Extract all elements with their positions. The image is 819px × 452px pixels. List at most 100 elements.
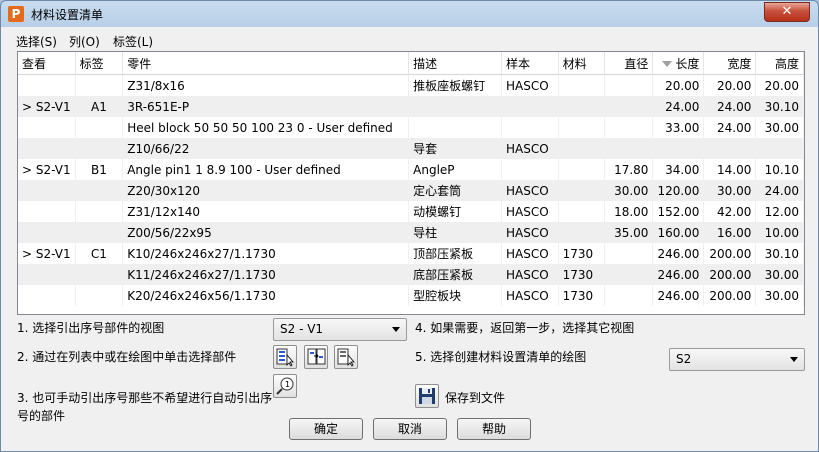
col-header-width[interactable]: 宽度: [703, 52, 757, 75]
cell-description: 型腔板块: [408, 285, 503, 306]
table-row[interactable]: > S2-V1 B1 Angle pin1 1 8.9 100 - User def…: [18, 159, 804, 180]
cell-height: [755, 138, 804, 159]
chevron-down-icon: [790, 357, 798, 362]
cell-view: [18, 264, 76, 285]
col-header-part[interactable]: 零件: [122, 52, 410, 75]
col-header-view[interactable]: 查看: [18, 52, 76, 75]
cell-diameter: 30.00: [604, 180, 654, 201]
table-row[interactable]: Z31/12x140 动模螺钉 HASCO 18.00 152.00 42.00 12.00: [18, 201, 804, 222]
svg-text:1: 1: [285, 380, 290, 389]
parts-table: 查看 标签 零件 描述 样本 材料 直径 长度 宽度 高度 Z31/8x16 推板…: [18, 52, 804, 306]
cell-width: 42.00: [703, 201, 757, 222]
ok-button[interactable]: 确定: [289, 418, 363, 440]
parts-list[interactable]: 查看 标签 零件 描述 样本 材料 直径 长度 宽度 高度 Z31/8x16 推板…: [17, 51, 805, 315]
cell-length: 160.00: [652, 222, 705, 243]
cell-view: [18, 138, 76, 159]
cell-part: K11/246x246x27/1.1730: [122, 264, 410, 285]
cell-material: [558, 96, 605, 117]
cell-part: Angle pin1 1 8.9 100 - User defined: [122, 159, 410, 180]
cell-view: [18, 222, 76, 243]
cell-length: 246.00: [652, 285, 705, 306]
cell-part: Z20/30x120: [122, 180, 410, 201]
cell-tag: [75, 74, 124, 96]
select-toggle-button[interactable]: [304, 345, 328, 369]
cell-view: > S2-V1: [18, 243, 76, 264]
cell-length: 120.00: [652, 180, 705, 201]
cell-sample: HASCO: [501, 285, 559, 306]
table-row[interactable]: Z31/8x16 推板座板螺钉 HASCO 20.00 20.00 20.00: [18, 74, 804, 96]
cell-description: AngleP: [408, 159, 503, 180]
table-row[interactable]: K11/246x246x27/1.1730 底部压紧板 HASCO 1730 246.0…: [18, 264, 804, 285]
save-to-file-label: 保存到文件: [445, 391, 506, 405]
help-button[interactable]: 帮助: [457, 418, 531, 440]
drawing-select[interactable]: S2: [669, 348, 805, 371]
col-header-length-label: 长度: [675, 56, 700, 71]
cell-diameter: [604, 138, 654, 159]
menu-label[interactable]: 标签(L): [113, 33, 153, 50]
table-row[interactable]: > S2-V1 C1 K10/246x246x27/1.1730 顶部压紧板 HASCO…: [18, 243, 804, 264]
col-header-tag[interactable]: 标签: [75, 52, 124, 75]
cell-material: [558, 138, 605, 159]
col-header-description[interactable]: 描述: [408, 52, 503, 75]
menu-column[interactable]: 列(O): [69, 33, 100, 50]
step5-label: 5. 选择创建材料设置清单的绘图: [415, 350, 587, 364]
cell-height: 30.00: [755, 285, 804, 306]
cell-material: [558, 74, 605, 96]
col-header-material[interactable]: 材料: [558, 52, 605, 75]
cell-part: K20/246x246x56/1.1730: [122, 285, 410, 306]
cell-sample: HASCO: [501, 180, 559, 201]
cell-width: 30.00: [703, 180, 757, 201]
cell-diameter: [604, 285, 654, 306]
col-header-sample[interactable]: 样本: [501, 52, 559, 75]
table-row[interactable]: K20/246x246x56/1.1730 型腔板块 HASCO 1730 246.00…: [18, 285, 804, 306]
cell-part: 3R-651E-P: [122, 96, 410, 117]
cell-tag: [75, 138, 124, 159]
cell-diameter: [604, 243, 654, 264]
cell-description: 底部压紧板: [408, 264, 503, 285]
cell-height: 30.00: [755, 117, 804, 138]
close-button[interactable]: ✕: [764, 2, 810, 22]
cell-description: 顶部压紧板: [408, 243, 503, 264]
view-select[interactable]: S2 - V1: [273, 318, 407, 341]
cell-view: [18, 285, 76, 306]
table-row[interactable]: Z00/56/22x95 导柱 HASCO 35.00 160.00 16.00 10.00: [18, 222, 804, 243]
cell-material: 1730: [558, 285, 605, 306]
table-header-row: 查看 标签 零件 描述 样本 材料 直径 长度 宽度 高度: [18, 52, 804, 75]
table-row[interactable]: Heel block 50 50 50 100 23 0 - User defi…: [18, 117, 804, 138]
list-select-pick-icon: [337, 348, 355, 367]
cell-sample: [501, 96, 559, 117]
table-row[interactable]: > S2-V1 A1 3R-651E-P 24.00 24.00 30.10: [18, 96, 804, 117]
cell-tag: [75, 117, 124, 138]
cell-description: 导套: [408, 138, 503, 159]
app-logo-icon: P: [8, 6, 24, 22]
table-row[interactable]: Z10/66/22 导套 HASCO: [18, 138, 804, 159]
save-to-file-button[interactable]: [415, 384, 439, 408]
cancel-button[interactable]: 取消: [373, 418, 447, 440]
cell-height: 12.00: [755, 201, 804, 222]
drawing-select-value: S2: [676, 352, 692, 366]
cell-sample: HASCO: [501, 138, 559, 159]
cell-length: 24.00: [652, 96, 705, 117]
cell-material: [558, 180, 605, 201]
cell-view: [18, 201, 76, 222]
col-header-length[interactable]: 长度: [652, 52, 705, 75]
step2-label: 2. 通过在列表中或在绘图中单击选择部件: [17, 350, 237, 364]
cell-sample: [501, 117, 559, 138]
col-header-height[interactable]: 高度: [755, 52, 804, 75]
cell-part: K10/246x246x27/1.1730: [122, 243, 410, 264]
manual-balloon-button[interactable]: 1: [273, 374, 297, 398]
menu-select[interactable]: 选择(S): [16, 33, 57, 50]
select-all-button[interactable]: [273, 345, 297, 369]
cell-height: 10.00: [755, 222, 804, 243]
select-pick-button[interactable]: [334, 345, 358, 369]
table-row[interactable]: Z20/30x120 定心套筒 HASCO 30.00 120.00 30.00 24.00: [18, 180, 804, 201]
title-bar[interactable]: P 材料设置清单 ✕: [1, 1, 818, 27]
list-select-toggle-icon: [307, 348, 326, 365]
step3-label-line1: 3. 也可手动引出序号那些不希望进行自动引出序: [17, 391, 273, 405]
cell-height: 30.00: [755, 264, 804, 285]
cell-height: 20.00: [755, 74, 804, 96]
window-title: 材料设置清单: [31, 8, 104, 22]
cell-material: 1730: [558, 243, 605, 264]
cell-material: [558, 201, 605, 222]
col-header-diameter[interactable]: 直径: [604, 52, 654, 75]
